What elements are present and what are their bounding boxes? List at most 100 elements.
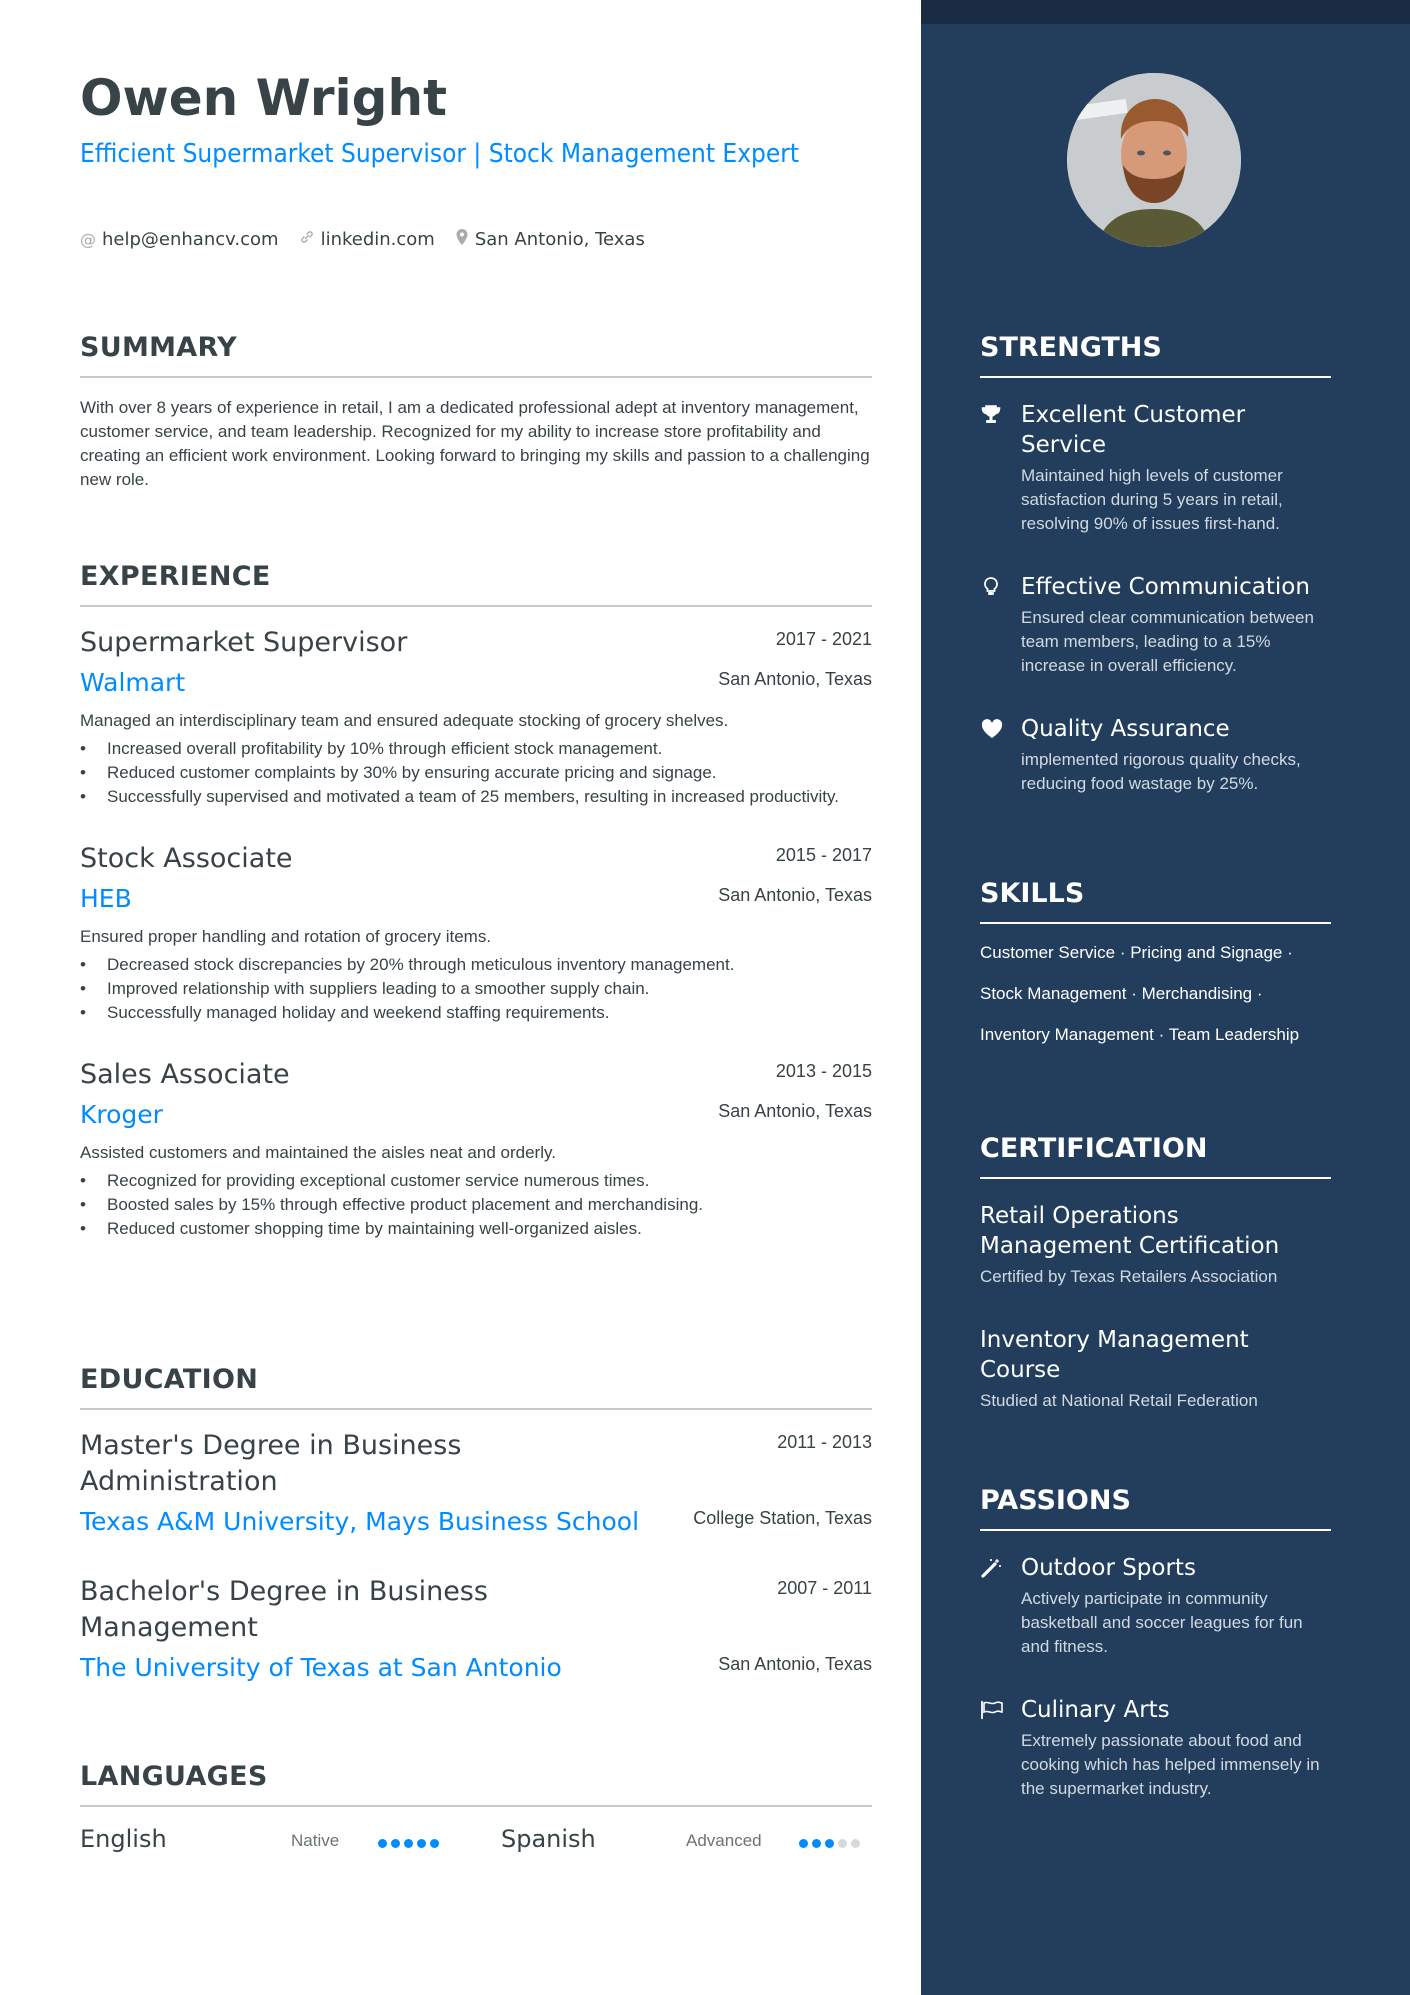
job-title: Supermarket Supervisor	[80, 627, 408, 658]
language-name: Spanish	[501, 1825, 596, 1853]
job-title: Stock Associate	[80, 843, 293, 874]
location-pin-icon	[455, 228, 469, 250]
at-icon: @	[80, 229, 96, 249]
job-bullet: Reduced customer shopping time by mainta…	[80, 1217, 872, 1241]
language-level: Native	[291, 1831, 340, 1850]
languages-section: LANGUAGES English Native Spanish Advance…	[80, 1759, 872, 1865]
profile-photo	[1067, 73, 1241, 247]
rating-dot-filled	[378, 1839, 387, 1848]
contact-linkedin-text: linkedin.com	[320, 228, 435, 250]
language-level: Advanced	[686, 1831, 762, 1850]
sidebar-top-band	[921, 0, 1410, 24]
school-location: San Antonio, Texas	[718, 1654, 872, 1674]
skills-section: SKILLS Customer Service · Pricing and Si…	[980, 876, 1331, 1055]
certification-title: Retail Operations Management Certificati…	[980, 1203, 1280, 1259]
certification-item: Retail Operations Management Certificati…	[980, 1201, 1331, 1289]
summary-section: SUMMARY With over 8 years of experience …	[80, 330, 872, 492]
contact-email[interactable]: @ help@enhancv.com	[80, 228, 279, 250]
experience-section: EXPERIENCE Supermarket Supervisor 2017 -…	[80, 559, 872, 1241]
section-divider	[980, 376, 1331, 378]
education-entry: Bachelor's Degree in Business Management…	[80, 1574, 872, 1686]
experience-heading: EXPERIENCE	[80, 561, 271, 592]
language-rating	[378, 1839, 439, 1848]
strength-title: Effective Communication	[1021, 574, 1310, 600]
section-divider	[980, 1177, 1331, 1179]
job-dates: 2015 - 2017	[775, 845, 872, 865]
job-description: Assisted customers and maintained the ai…	[80, 1143, 556, 1162]
rating-dot-empty	[838, 1839, 847, 1848]
passions-section: PASSIONS Outdoor Sports Actively partici…	[980, 1483, 1331, 1801]
rating-dot-filled	[430, 1839, 439, 1848]
strength-item: Excellent Customer Service Maintained hi…	[980, 400, 1331, 536]
passion-title: Culinary Arts	[1021, 1697, 1170, 1723]
degree-title: Bachelor's Degree in Business Management	[80, 1576, 488, 1643]
contact-email-text: help@enhancv.com	[102, 228, 279, 250]
job-bullet: Recognized for providing exceptional cus…	[80, 1169, 872, 1193]
job-title: Sales Associate	[80, 1059, 290, 1090]
magic-wand-icon	[980, 1557, 1004, 1581]
strength-item: Quality Assurance implemented rigorous q…	[980, 714, 1331, 796]
certification-heading: CERTIFICATION	[980, 1133, 1208, 1164]
section-divider	[80, 605, 872, 607]
job-description: Ensured proper handling and rotation of …	[80, 927, 492, 946]
skill-item: Inventory Management	[980, 1025, 1154, 1044]
skill-item: Team Leadership	[1168, 1025, 1300, 1044]
job-bullet: Successfully supervised and motivated a …	[80, 785, 872, 809]
contact-location-text: San Antonio, Texas	[474, 228, 645, 250]
language-name: English	[80, 1825, 167, 1853]
strength-description: implemented rigorous quality checks, red…	[1021, 750, 1301, 793]
experience-entry: Stock Associate 2015 - 2017 HEB San Anto…	[80, 841, 872, 1025]
section-divider	[80, 1805, 872, 1807]
certification-title: Inventory Management Course	[980, 1327, 1249, 1383]
heart-icon	[980, 718, 1004, 742]
certification-description: Studied at National Retail Federation	[980, 1391, 1258, 1410]
job-description: Managed an interdisciplinary team and en…	[80, 711, 729, 730]
strength-description: Maintained high levels of customer satis…	[1021, 466, 1283, 533]
strength-title: Quality Assurance	[1021, 716, 1230, 742]
skill-item: Merchandising	[1141, 984, 1253, 1003]
candidate-headline: Efficient Supermarket Supervisor | Stock…	[80, 139, 800, 169]
job-bullets: Increased overall profitability by 10% t…	[80, 737, 872, 809]
rating-dot-empty	[851, 1839, 860, 1848]
education-heading: EDUCATION	[80, 1364, 259, 1395]
strengths-heading: STRENGTHS	[980, 332, 1162, 363]
job-bullet: Improved relationship with suppliers lea…	[80, 977, 872, 1001]
job-bullets: Decreased stock discrepancies by 20% thr…	[80, 953, 872, 1025]
certification-item: Inventory Management Course Studied at N…	[980, 1325, 1331, 1413]
rating-dot-filled	[417, 1839, 426, 1848]
rating-dot-filled	[404, 1839, 413, 1848]
job-bullet: Reduced customer complaints by 30% by en…	[80, 761, 872, 785]
certification-description: Certified by Texas Retailers Association	[980, 1267, 1278, 1286]
passion-description: Actively participate in community basket…	[1021, 1589, 1303, 1656]
skills-list: Customer Service · Pricing and Signage ·…	[980, 943, 1300, 1044]
strength-description: Ensured clear communication between team…	[1021, 608, 1314, 675]
skill-item: Stock Management	[980, 984, 1127, 1003]
languages-heading: LANGUAGES	[80, 1761, 268, 1792]
contact-linkedin[interactable]: linkedin.com	[299, 228, 435, 250]
section-divider	[980, 922, 1331, 924]
summary-text: With over 8 years of experience in retai…	[80, 398, 870, 489]
strength-title: Excellent Customer Service	[1021, 402, 1246, 458]
rating-dot-filled	[825, 1839, 834, 1848]
contact-info: @ help@enhancv.com linkedin.com San Anto…	[80, 228, 645, 250]
passions-heading: PASSIONS	[980, 1485, 1131, 1516]
passion-description: Extremely passionate about food and cook…	[1021, 1731, 1320, 1798]
experience-entry: Sales Associate 2013 - 2015 Kroger San A…	[80, 1057, 872, 1241]
rating-dot-filled	[391, 1839, 400, 1848]
section-divider	[80, 376, 872, 378]
candidate-name: Owen Wright	[80, 69, 447, 127]
strength-item: Effective Communication Ensured clear co…	[980, 572, 1331, 678]
certification-section: CERTIFICATION Retail Operations Manageme…	[980, 1131, 1331, 1413]
summary-heading: SUMMARY	[80, 332, 237, 363]
experience-entry: Supermarket Supervisor 2017 - 2021 Walma…	[80, 625, 872, 809]
strengths-section: STRENGTHS Excellent Customer Service Mai…	[980, 330, 1331, 796]
job-dates: 2013 - 2015	[775, 1061, 872, 1081]
education-dates: 2007 - 2011	[777, 1578, 872, 1598]
job-location: San Antonio, Texas	[718, 885, 872, 905]
resume-sidebar: STRENGTHS Excellent Customer Service Mai…	[921, 0, 1410, 1995]
lightbulb-icon	[980, 576, 1004, 600]
job-bullet: Increased overall profitability by 10% t…	[80, 737, 872, 761]
passion-title: Outdoor Sports	[1021, 1555, 1196, 1581]
passion-item: Culinary Arts Extremely passionate about…	[980, 1695, 1331, 1801]
section-divider	[80, 1408, 872, 1410]
